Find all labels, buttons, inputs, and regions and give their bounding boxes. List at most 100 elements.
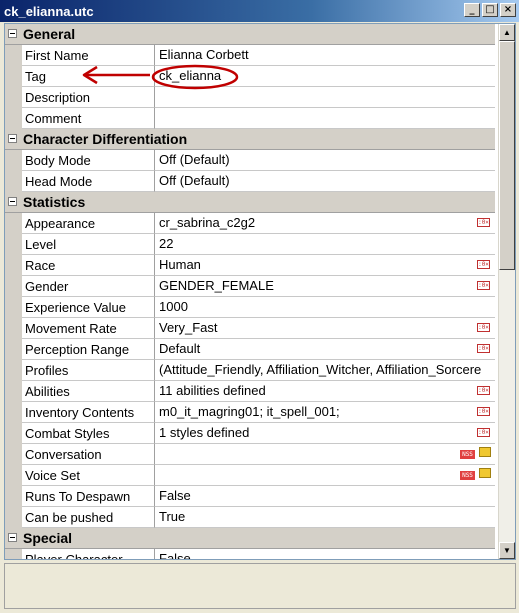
property-value[interactable]: 1 styles defined xyxy=(155,423,495,444)
title-bar[interactable]: ck_elianna.utc _ □ × xyxy=(0,0,519,22)
property-row-race[interactable]: Race Human :0× xyxy=(5,255,495,276)
property-name: Perception Range xyxy=(22,339,155,360)
script-reference-icon[interactable]: NSS xyxy=(460,471,475,480)
property-value[interactable] xyxy=(155,465,495,486)
property-row-body-mode[interactable]: Body Mode Off (Default) xyxy=(5,150,495,171)
property-value[interactable]: Elianna Corbett xyxy=(155,45,495,66)
edit-icon[interactable]: :0× xyxy=(477,386,490,395)
property-value[interactable]: Human xyxy=(155,255,495,276)
collapse-toggle-icon[interactable] xyxy=(8,134,17,143)
property-name: Tag xyxy=(22,66,155,87)
collapse-toggle-icon[interactable] xyxy=(8,533,17,542)
property-value[interactable]: ck_elianna xyxy=(155,66,495,87)
property-value[interactable]: Default xyxy=(155,339,495,360)
property-name: Abilities xyxy=(22,381,155,402)
category-label: Special xyxy=(23,530,73,546)
edit-icon[interactable]: :0× xyxy=(477,407,490,416)
property-rows: General First Name Elianna Corbett Tag c… xyxy=(5,24,495,559)
edit-icon[interactable]: :0× xyxy=(477,281,490,290)
property-value[interactable]: 11 abilities defined xyxy=(155,381,495,402)
folder-icon[interactable] xyxy=(479,447,491,457)
property-row-head-mode[interactable]: Head Mode Off (Default) xyxy=(5,171,495,192)
window-title: ck_elianna.utc xyxy=(4,4,94,19)
property-name: Comment xyxy=(22,108,155,129)
scrollbar-thumb[interactable] xyxy=(499,41,515,270)
property-name: Gender xyxy=(22,276,155,297)
category-label: Character Differentiation xyxy=(23,131,188,147)
scroll-down-arrow-icon[interactable]: ▼ xyxy=(499,542,515,559)
property-value[interactable]: 1000 xyxy=(155,297,495,318)
property-value[interactable] xyxy=(155,87,495,108)
category-character-differentiation[interactable]: Character Differentiation xyxy=(5,129,495,150)
property-value[interactable]: (Attitude_Friendly, Affiliation_Witcher,… xyxy=(155,360,495,381)
property-name: Description xyxy=(22,87,155,108)
property-row-first-name[interactable]: First Name Elianna Corbett xyxy=(5,45,495,66)
property-name: Runs To Despawn xyxy=(22,486,155,507)
property-row-comment[interactable]: Comment xyxy=(5,108,495,129)
property-value[interactable]: False xyxy=(155,486,495,507)
category-special[interactable]: Special xyxy=(5,528,495,549)
script-reference-icon[interactable]: NSS xyxy=(460,450,475,459)
minimize-button[interactable]: _ xyxy=(464,3,480,17)
property-row-voice-set[interactable]: Voice Set NSS xyxy=(5,465,495,486)
property-row-profiles[interactable]: Profiles (Attitude_Friendly, Affiliation… xyxy=(5,360,495,381)
category-general[interactable]: General xyxy=(5,24,495,45)
property-row-level[interactable]: Level 22 xyxy=(5,234,495,255)
folder-icon[interactable] xyxy=(479,468,491,478)
category-label: General xyxy=(23,26,76,42)
property-name: Body Mode xyxy=(22,150,155,171)
property-row-abilities[interactable]: Abilities 11 abilities defined :0× xyxy=(5,381,495,402)
property-row-conversation[interactable]: Conversation NSS xyxy=(5,444,495,465)
property-value[interactable]: GENDER_FEMALE xyxy=(155,276,495,297)
property-row-combat-styles[interactable]: Combat Styles 1 styles defined :0× xyxy=(5,423,495,444)
property-value[interactable]: Very_Fast xyxy=(155,318,495,339)
property-value[interactable]: True xyxy=(155,507,495,528)
property-name: Conversation xyxy=(22,444,155,465)
property-value[interactable] xyxy=(155,108,495,129)
edit-icon[interactable]: :0× xyxy=(477,218,490,227)
property-name: Can be pushed xyxy=(22,507,155,528)
property-row-gender[interactable]: Gender GENDER_FEMALE :0× xyxy=(5,276,495,297)
property-row-player-character[interactable]: Player Character False xyxy=(5,549,495,559)
property-row-perception-range[interactable]: Perception Range Default :0× xyxy=(5,339,495,360)
property-row-inventory-contents[interactable]: Inventory Contents m0_it_magring01; it_s… xyxy=(5,402,495,423)
scroll-up-arrow-icon[interactable]: ▲ xyxy=(499,24,515,41)
property-name: Profiles xyxy=(22,360,155,381)
property-value[interactable]: Off (Default) xyxy=(155,150,495,171)
collapse-toggle-icon[interactable] xyxy=(8,29,17,38)
property-row-can-be-pushed[interactable]: Can be pushed True xyxy=(5,507,495,528)
property-value[interactable]: False xyxy=(155,549,495,559)
edit-icon[interactable]: :0× xyxy=(477,260,490,269)
property-name: Race xyxy=(22,255,155,276)
property-name: Movement Rate xyxy=(22,318,155,339)
category-label: Statistics xyxy=(23,194,86,210)
property-name: Experience Value xyxy=(22,297,155,318)
property-grid: General First Name Elianna Corbett Tag c… xyxy=(4,23,516,560)
property-name: First Name xyxy=(22,45,155,66)
edit-icon[interactable]: :0× xyxy=(477,428,490,437)
property-row-description[interactable]: Description xyxy=(5,87,495,108)
category-statistics[interactable]: Statistics xyxy=(5,192,495,213)
property-value[interactable]: Off (Default) xyxy=(155,171,495,192)
property-value[interactable] xyxy=(155,444,495,465)
property-name: Inventory Contents xyxy=(22,402,155,423)
maximize-button[interactable]: □ xyxy=(482,3,498,17)
property-value[interactable]: cr_sabrina_c2g2 xyxy=(155,213,495,234)
property-value[interactable]: 22 xyxy=(155,234,495,255)
collapse-toggle-icon[interactable] xyxy=(8,197,17,206)
close-button[interactable]: × xyxy=(500,3,516,17)
vertical-scrollbar[interactable]: ▲ ▼ xyxy=(498,24,515,559)
property-row-runs-to-despawn[interactable]: Runs To Despawn False xyxy=(5,486,495,507)
property-row-tag[interactable]: Tag ck_elianna xyxy=(5,66,495,87)
property-row-movement-rate[interactable]: Movement Rate Very_Fast :0× xyxy=(5,318,495,339)
property-name: Combat Styles xyxy=(22,423,155,444)
property-name: Head Mode xyxy=(22,171,155,192)
property-row-experience-value[interactable]: Experience Value 1000 xyxy=(5,297,495,318)
property-name: Voice Set xyxy=(22,465,155,486)
property-window: ck_elianna.utc _ □ × General First Name … xyxy=(0,0,519,613)
property-row-appearance[interactable]: Appearance cr_sabrina_c2g2 :0× xyxy=(5,213,495,234)
property-value[interactable]: m0_it_magring01; it_spell_001; xyxy=(155,402,495,423)
description-pane xyxy=(4,563,516,609)
edit-icon[interactable]: :0× xyxy=(477,344,490,353)
edit-icon[interactable]: :0× xyxy=(477,323,490,332)
